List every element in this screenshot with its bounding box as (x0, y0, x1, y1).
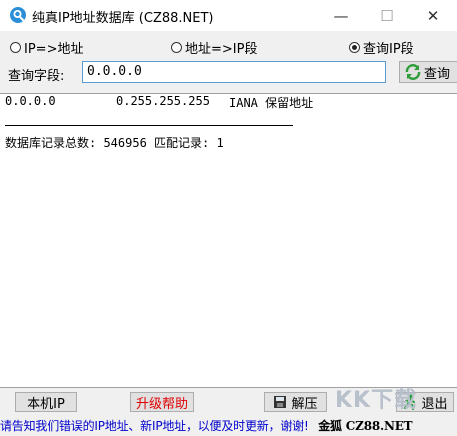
disk-icon (274, 396, 287, 408)
title-bar: 纯真IP地址数据库 (CZ88.NET) — ☐ ✕ (0, 0, 457, 31)
query-button-label: 查询 (424, 66, 451, 82)
result-start-ip: 0.0.0.0 (5, 94, 56, 108)
watermark: KK下载 (335, 388, 418, 413)
result-end-ip: 0.255.255.255 (116, 94, 210, 108)
upgrade-help-button[interactable]: 升级帮助 (130, 392, 194, 412)
refresh-icon (405, 64, 421, 80)
minimize-button[interactable]: — (318, 0, 364, 31)
exit-button-label: 退出 (421, 396, 448, 412)
window-title: 纯真IP地址数据库 (CZ88.NET) (32, 11, 214, 26)
mode-label: 查询IP段 (363, 42, 414, 57)
query-field-label: 查询字段: (8, 69, 65, 84)
footer-notice: 请告知我们错误的IP地址、新IP地址，以便及时更新，谢谢! 金狐 CZ88.NE… (0, 417, 413, 434)
maximize-icon: ☐ (380, 6, 394, 25)
result-location: IANA 保留地址 (229, 96, 314, 110)
mode-radio-address-to-ip[interactable]: 地址=>IP段 (171, 38, 257, 57)
result-divider (5, 125, 293, 126)
mode-radio-query-ip-range[interactable]: 查询IP段 (349, 38, 414, 57)
result-area[interactable]: 0.0.0.0 0.255.255.255 IANA 保留地址 数据库记录总数:… (0, 93, 457, 388)
query-input[interactable]: 0.0.0.0 (82, 61, 386, 83)
mode-label: 地址=>IP段 (185, 42, 258, 57)
result-stats: 数据库记录总数: 546956 匹配记录: 1 (5, 136, 224, 150)
brand-logo: 金狐 CZ88.NET (318, 419, 413, 433)
mode-label: IP=>地址 (24, 42, 84, 57)
query-panel: IP=>地址 地址=>IP段 查询IP段 查询字段: 0.0.0.0 查询 (0, 31, 457, 93)
extract-button-label: 解压 (291, 396, 318, 412)
radio-selected-icon (349, 42, 360, 53)
radio-unselected-icon (10, 42, 21, 53)
local-ip-button[interactable]: 本机IP (15, 392, 77, 412)
query-button[interactable]: 查询 (399, 61, 457, 83)
close-icon: ✕ (426, 6, 440, 25)
close-button[interactable]: ✕ (410, 0, 456, 31)
footer-notice-text: 请告知我们错误的IP地址、新IP地址，以便及时更新，谢谢! (0, 419, 309, 433)
mode-radio-ip-to-address[interactable]: IP=>地址 (10, 38, 83, 57)
minimize-icon: — (333, 6, 349, 25)
maximize-button[interactable]: ☐ (364, 0, 410, 31)
extract-button[interactable]: 解压 (264, 392, 327, 412)
app-logo-icon (10, 7, 26, 23)
radio-unselected-icon (171, 42, 182, 53)
